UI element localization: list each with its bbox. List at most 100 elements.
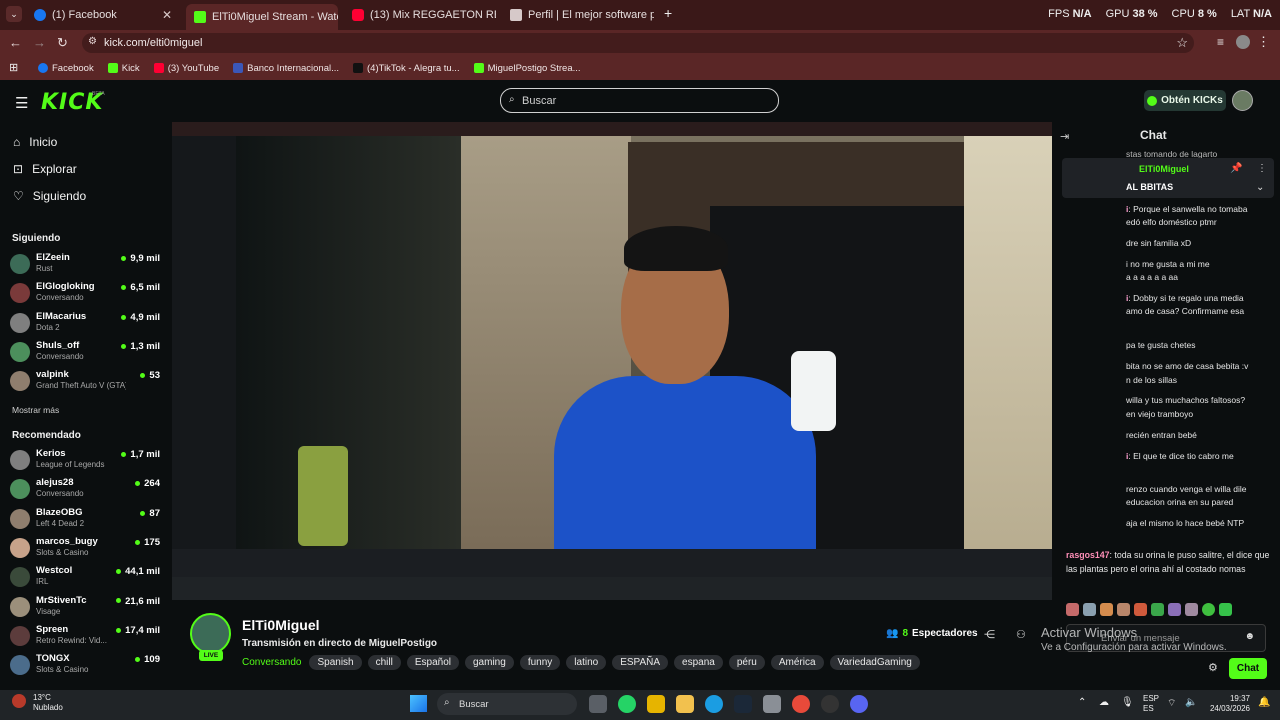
tab-youtube[interactable]: (13) Mix REGGAETON RETR 🔊 ✕ xyxy=(344,4,496,26)
collapse-chat-icon[interactable]: ⇥ xyxy=(1060,130,1069,143)
cloud-icon[interactable]: ☁ xyxy=(1099,697,1109,708)
emote-icon[interactable] xyxy=(1168,603,1181,616)
emote-icon[interactable] xyxy=(1066,603,1079,616)
volume-icon[interactable]: 🔈 xyxy=(1185,697,1197,708)
store-icon[interactable] xyxy=(763,695,781,713)
channel-name[interactable]: ElTi0Miguel xyxy=(242,617,320,633)
emote-icon[interactable] xyxy=(1117,603,1130,616)
sidebar-channel[interactable]: alejus28 Conversando 264 xyxy=(10,477,160,505)
sidebar-channel[interactable]: ElZeein Rust 9,9 mil xyxy=(10,252,160,280)
windows-start-icon[interactable] xyxy=(410,695,427,712)
bookmark-kick[interactable]: Kick xyxy=(107,63,140,74)
obs-icon[interactable] xyxy=(821,695,839,713)
chat-username[interactable]: rasgos147 xyxy=(1066,550,1110,560)
show-more-link[interactable]: Mostrar más xyxy=(12,405,59,415)
apps-icon[interactable]: ⊞ xyxy=(9,61,18,74)
tab-kick-stream[interactable]: ElTi0Miguel Stream - Watch Liv ✕ xyxy=(186,4,338,30)
reload-icon[interactable]: ↻ xyxy=(57,35,68,51)
bookmark-tiktok[interactable]: (4)TikTok - Alegra tu... xyxy=(353,63,460,74)
sidebar-channel[interactable]: marcos_bugy Slots & Casino 175 xyxy=(10,536,160,564)
stream-tag[interactable]: latino xyxy=(566,655,607,670)
more-options-icon[interactable]: ⋮ xyxy=(1257,163,1267,174)
bookmark-star-icon[interactable]: ☆ xyxy=(1176,35,1188,51)
stream-tag[interactable]: funny xyxy=(519,655,561,670)
bookmark-youtube[interactable]: (3) YouTube xyxy=(153,63,219,74)
app-r-icon[interactable] xyxy=(647,695,665,713)
tab-facebook[interactable]: (1) Facebook ✕ xyxy=(26,4,180,26)
sidebar-item-siguiendo[interactable]: ♡ Siguiendo xyxy=(13,189,86,203)
stream-tag[interactable]: VariedadGaming xyxy=(829,655,920,670)
emote-icon[interactable] xyxy=(1151,603,1164,616)
sidebar-channel[interactable]: TONGX Slots & Casino 109 xyxy=(10,653,160,681)
video-player[interactable] xyxy=(172,122,1052,600)
stream-tag[interactable]: péru xyxy=(728,655,765,670)
site-info-icon[interactable]: ⚙ xyxy=(88,36,97,47)
weather-icon[interactable] xyxy=(12,694,26,708)
bookmark-facebook[interactable]: Facebook xyxy=(38,63,94,74)
bookmark-miguelpostigo[interactable]: MiguelPostigo Strea... xyxy=(473,63,581,74)
whatsapp-icon[interactable] xyxy=(618,695,636,713)
weather-widget[interactable]: 13°C Nublado xyxy=(33,693,63,713)
sidebar-item-inicio[interactable]: ⌂ Inicio xyxy=(13,135,57,149)
search-input[interactable]: ⌕ Buscar xyxy=(500,88,779,113)
pin-icon[interactable]: 📌 xyxy=(1230,163,1242,174)
stream-tag[interactable]: Spanish xyxy=(309,655,362,670)
discord-icon[interactable] xyxy=(850,695,868,713)
chrome-icon[interactable] xyxy=(792,695,810,713)
bookmark-bank[interactable]: Banco Internacional... xyxy=(233,63,339,74)
category-link[interactable]: Conversando xyxy=(242,657,301,668)
stream-tag[interactable]: espana xyxy=(674,655,723,670)
sidebar-channel[interactable]: ElMacarius Dota 2 4,9 mil xyxy=(10,311,160,339)
taskbar-search[interactable]: ⌕ Buscar xyxy=(437,693,577,715)
tab-software[interactable]: Perfil | El mejor software para p ✕ xyxy=(502,4,654,26)
microphone-icon[interactable]: 🎙 xyxy=(1121,697,1134,708)
stream-tag[interactable]: gaming xyxy=(465,655,514,670)
sidebar-channel[interactable]: Westcol IRL 44,1 mil xyxy=(10,565,160,593)
back-icon[interactable]: ← xyxy=(9,35,22,50)
new-tab-button[interactable]: + xyxy=(664,5,672,21)
chevron-down-icon[interactable]: ⌄ xyxy=(1256,182,1264,193)
stream-tag[interactable]: ESPAÑA xyxy=(612,655,669,670)
notifications-icon[interactable]: 🔔 xyxy=(1258,697,1270,708)
sidebar-channel[interactable]: BlazeOBG Left 4 Dead 2 87 xyxy=(10,507,160,535)
pinned-user[interactable]: ElTi0Miguel xyxy=(1139,164,1189,174)
chevron-up-icon[interactable]: ⌃ xyxy=(1078,697,1086,708)
settings-gear-icon[interactable]: ⚙ xyxy=(1208,661,1218,674)
sidebar-channel[interactable]: Kerios League of Legends 1,7 mil xyxy=(10,448,160,476)
stream-tag[interactable]: Español xyxy=(406,655,459,670)
sidebar-channel[interactable]: valpink Grand Theft Auto V (GTA) 53 xyxy=(10,369,160,397)
edge-icon[interactable] xyxy=(705,695,723,713)
task-view-icon[interactable] xyxy=(589,695,607,713)
emote-icon[interactable] xyxy=(1100,603,1113,616)
sidebar-channel[interactable]: ElGlogloking Conversando 6,5 mil xyxy=(10,281,160,309)
stream-tag[interactable]: chill xyxy=(367,655,401,670)
steam-icon[interactable] xyxy=(734,695,752,713)
forward-icon[interactable]: → xyxy=(33,35,46,50)
emoji-icon[interactable]: ☻ xyxy=(1244,631,1255,642)
file-explorer-icon[interactable] xyxy=(676,695,694,713)
sidebar-channel[interactable]: Shuls_off Conversando 1,3 mil xyxy=(10,340,160,368)
emote-icon[interactable] xyxy=(1202,603,1215,616)
close-icon[interactable]: ✕ xyxy=(162,8,172,22)
sidebar-channel[interactable]: Spreen Retro Rewind: Vid... 17,4 mil xyxy=(10,624,160,652)
wifi-icon[interactable]: ⌔ xyxy=(1167,697,1176,710)
menu-icon[interactable]: ⋮ xyxy=(1257,34,1270,50)
stream-tag[interactable]: América xyxy=(770,655,824,670)
reading-list-icon[interactable]: ≡ xyxy=(1217,35,1224,49)
tab-search-button[interactable]: ⌄ xyxy=(6,6,22,22)
user-add-icon[interactable]: ⚇ xyxy=(1016,628,1026,641)
channel-avatar[interactable] xyxy=(190,613,231,654)
sidebar-channel[interactable]: MrStivenTc Visage 21,6 mil xyxy=(10,595,160,623)
url-field[interactable]: kick.com/elti0miguel xyxy=(82,33,1194,53)
send-chat-button[interactable]: Chat xyxy=(1229,658,1267,679)
emote-icon[interactable] xyxy=(1083,603,1096,616)
share-icon[interactable]: ⋲ xyxy=(984,628,995,641)
emote-icon[interactable] xyxy=(1219,603,1232,616)
profile-icon[interactable] xyxy=(1236,35,1250,49)
get-kicks-button[interactable]: Obtén KICKs xyxy=(1144,90,1226,111)
system-clock[interactable]: 19:37 24/03/2026 xyxy=(1202,694,1250,714)
input-language[interactable]: ESP ES xyxy=(1143,694,1159,714)
emote-icon[interactable] xyxy=(1134,603,1147,616)
hamburger-menu-icon[interactable]: ☰ xyxy=(15,94,28,112)
user-avatar[interactable] xyxy=(1232,90,1253,111)
